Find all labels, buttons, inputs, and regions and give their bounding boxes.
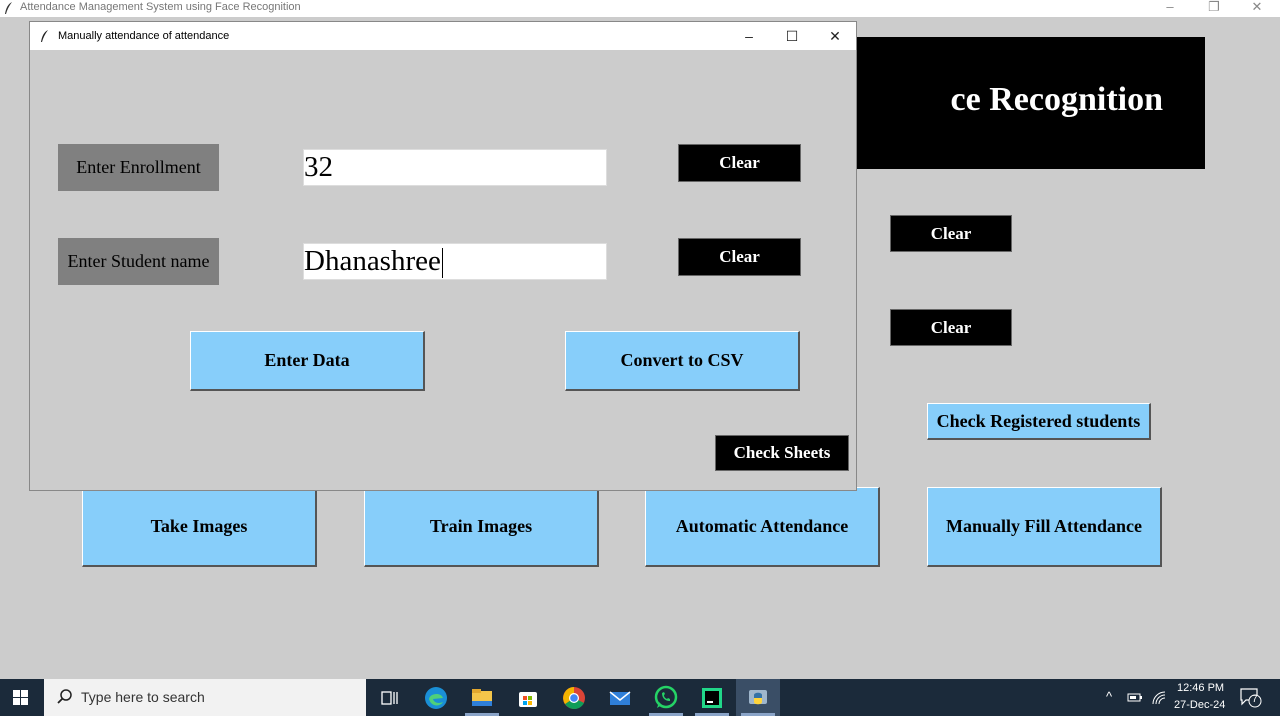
enter-data-button[interactable]: Enter Data bbox=[190, 331, 425, 391]
clear-name-button[interactable]: Clear bbox=[678, 238, 801, 276]
main-titlebar: Attendance Management System using Face … bbox=[0, 0, 1280, 17]
text-caret bbox=[441, 248, 443, 279]
windows-start-icon[interactable] bbox=[0, 679, 44, 716]
enrollment-input[interactable]: 32 bbox=[303, 149, 607, 186]
take-images-button[interactable]: Take Images bbox=[82, 487, 317, 567]
taskbar: Type here to search ^ 12:46 PM 27-Dec-24… bbox=[0, 679, 1280, 716]
banner-title: ce Recognition bbox=[950, 81, 1163, 118]
edge-icon[interactable] bbox=[421, 683, 451, 713]
tray-overflow-chevron-icon[interactable]: ^ bbox=[1106, 689, 1112, 704]
dialog-close-button[interactable]: ✕ bbox=[813, 22, 857, 50]
main-clear-button-2[interactable]: Clear bbox=[890, 309, 1012, 346]
main-restore-button[interactable]: ❐ bbox=[1194, 0, 1234, 17]
search-icon bbox=[57, 689, 72, 704]
manually-fill-attendance-button[interactable]: Manually Fill Attendance bbox=[927, 487, 1162, 567]
check-registered-students-button[interactable]: Check Registered students bbox=[927, 403, 1151, 440]
feather-app-icon bbox=[5, 2, 12, 14]
main-window-title: Attendance Management System using Face … bbox=[20, 1, 301, 13]
whatsapp-icon[interactable] bbox=[651, 683, 681, 713]
notification-center-icon[interactable] bbox=[1240, 688, 1262, 708]
battery-icon[interactable] bbox=[1127, 691, 1143, 704]
wifi-icon[interactable] bbox=[1151, 690, 1167, 705]
notification-count-badge: 7 bbox=[1252, 694, 1258, 705]
file-explorer-icon[interactable] bbox=[467, 683, 497, 713]
enrollment-label: Enter Enrollment bbox=[58, 144, 219, 191]
dialog-title: Manually attendance of attendance bbox=[58, 30, 230, 42]
dialog-minimize-button[interactable]: – bbox=[727, 22, 771, 50]
clock-time[interactable]: 12:46 PM bbox=[1177, 682, 1224, 694]
main-clear-button-1[interactable]: Clear bbox=[890, 215, 1012, 252]
dialog-maximize-button[interactable]: ☐ bbox=[770, 22, 814, 50]
enrollment-input-value: 32 bbox=[304, 151, 333, 183]
store-icon[interactable] bbox=[513, 683, 543, 713]
pycharm-icon[interactable] bbox=[697, 683, 727, 713]
main-minimize-button[interactable]: – bbox=[1150, 0, 1190, 17]
automatic-attendance-button[interactable]: Automatic Attendance bbox=[645, 487, 880, 567]
convert-to-csv-button[interactable]: Convert to CSV bbox=[565, 331, 800, 391]
student-name-input-value: Dhanashree bbox=[304, 245, 441, 277]
python-icon[interactable] bbox=[743, 683, 773, 713]
train-images-button[interactable]: Train Images bbox=[364, 487, 599, 567]
taskbar-search-box[interactable]: Type here to search bbox=[44, 679, 366, 716]
check-sheets-button[interactable]: Check Sheets bbox=[715, 435, 849, 471]
clock-date[interactable]: 27-Dec-24 bbox=[1174, 699, 1225, 711]
main-close-button[interactable]: ✕ bbox=[1237, 0, 1277, 17]
task-view-icon[interactable] bbox=[374, 683, 404, 713]
search-placeholder: Type here to search bbox=[81, 689, 205, 705]
manual-attendance-dialog: Manually attendance of attendance – ☐ ✕ … bbox=[29, 21, 857, 491]
mail-icon[interactable] bbox=[605, 683, 635, 713]
clear-enrollment-button[interactable]: Clear bbox=[678, 144, 801, 182]
feather-app-icon bbox=[41, 30, 48, 42]
dialog-titlebar: Manually attendance of attendance – ☐ ✕ bbox=[30, 22, 856, 50]
student-name-input[interactable]: Dhanashree bbox=[303, 243, 607, 280]
chrome-icon[interactable] bbox=[559, 683, 589, 713]
student-name-label: Enter Student name bbox=[58, 238, 219, 285]
